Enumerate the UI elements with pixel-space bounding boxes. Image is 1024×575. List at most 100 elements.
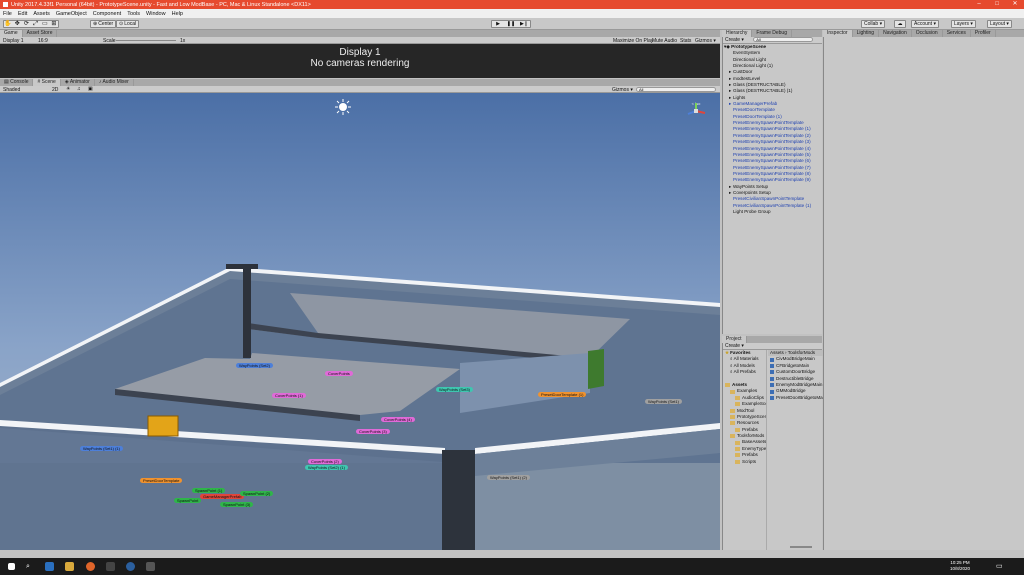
tab-project[interactable]: Project xyxy=(722,336,747,343)
hierarchy-create-button[interactable]: Create ▾ xyxy=(725,37,744,43)
game-toolbar: Display 1 16:9 Scale 1x Maximize On Play… xyxy=(0,37,720,44)
game-view[interactable]: Display 1 No cameras rendering xyxy=(0,44,720,78)
tab-lighting[interactable]: Lighting xyxy=(853,30,880,37)
project-file-item[interactable]: PresetDoorBridgetoMain xyxy=(768,395,823,401)
unity-hub-icon[interactable] xyxy=(106,562,115,571)
tab-console[interactable]: ▤ Console xyxy=(0,79,34,86)
minimize-button[interactable]: – xyxy=(970,0,988,9)
scene-label-coverpoints-1[interactable]: CoverPoints (1) xyxy=(272,393,306,398)
tab-scene[interactable]: # Scene xyxy=(33,79,61,86)
clock-date: 10/8/2020 xyxy=(949,566,971,571)
windows-start-icon[interactable] xyxy=(8,563,15,570)
tab-frame-debug[interactable]: Frame Debug xyxy=(752,30,792,37)
scene-label-waypoints-set1-2[interactable]: WayPoints (Set1) (2) xyxy=(487,475,530,480)
layout-label: Layout ▾ xyxy=(990,21,1009,27)
menu-component[interactable]: Component xyxy=(93,11,121,17)
scale-slider[interactable] xyxy=(116,40,176,41)
hierarchy-panel: Create ▾ All ▾◈ PrototypeScene EventSyst… xyxy=(722,37,822,334)
step-button-icon[interactable]: ▶❙ xyxy=(518,21,530,27)
play-button-icon[interactable]: ▶ xyxy=(492,21,504,27)
pivot-label: Center xyxy=(98,21,114,27)
tab-audio-mixer[interactable]: ♪ Audio Mixer xyxy=(95,79,134,86)
scene-label-waypoints-set3[interactable]: WayPoints (Set3) xyxy=(436,387,473,392)
layers-button[interactable]: Layers ▾ xyxy=(951,20,976,28)
pause-button-icon[interactable]: ❚❚ xyxy=(505,21,517,27)
label-text: WayPoints (Set1) xyxy=(648,399,679,404)
effects-toggle-icon[interactable]: ▣ xyxy=(88,86,93,92)
scene-label-spawnpoint-2[interactable]: SpawnPoint (2) xyxy=(240,491,274,496)
search-icon[interactable]: ⌕ xyxy=(26,562,35,571)
scene-label-spawnpoint-3[interactable]: SpawnPoint (3) xyxy=(220,502,254,507)
tab-asset-store[interactable]: Asset Store xyxy=(23,30,58,37)
account-button[interactable]: Account ▾ xyxy=(911,20,939,28)
project-tree-item[interactable]: Scripts xyxy=(723,459,766,465)
firefox-icon[interactable] xyxy=(86,562,95,571)
menu-gameobject[interactable]: GameObject xyxy=(56,11,87,17)
scene-label-presetdoortemplate[interactable]: PresetDoorTemplate xyxy=(140,478,183,483)
sun-icon xyxy=(335,99,351,115)
orientation-gizmo[interactable]: < Iso xyxy=(683,101,709,129)
file-explorer-icon[interactable] xyxy=(65,562,74,571)
audio-toggle-icon[interactable]: ♫ xyxy=(77,86,81,92)
scene-label-spawnpoint-1[interactable]: SpawnPoint (1) xyxy=(192,488,226,493)
lighting-toggle-icon[interactable]: ☀ xyxy=(66,86,70,92)
green-door xyxy=(588,349,604,389)
maximize-button[interactable]: □ xyxy=(988,0,1006,9)
scale-tool-icon[interactable]: ⤢ xyxy=(32,21,40,27)
menu-help[interactable]: Help xyxy=(172,11,183,17)
unity-editor-icon[interactable] xyxy=(146,562,155,571)
hierarchy-item-label: PresetCivilianSpawnPointTemplate (1) xyxy=(733,202,812,208)
scene-label-coverpoints-2[interactable]: CoverPoints (2) xyxy=(308,459,342,464)
project-zoom-slider[interactable] xyxy=(790,546,812,548)
scene-search-input[interactable]: All xyxy=(636,87,716,92)
project-create-button[interactable]: Create ▾ xyxy=(725,343,744,349)
close-button[interactable]: ✕ xyxy=(1006,0,1024,9)
scene-label-spawnpoint[interactable]: SpawnPoint xyxy=(174,498,202,503)
scene-label-gamemanagerprefab[interactable]: GameManagerPrefab xyxy=(200,494,245,499)
scene-label-coverpoints-3[interactable]: CoverPoints (3) xyxy=(356,429,390,434)
rect-tool-icon[interactable]: ▭ xyxy=(41,21,49,27)
pivot-center-toggle[interactable]: ⊕ Center xyxy=(90,20,117,28)
move-tool-icon[interactable]: ✥ xyxy=(13,21,21,27)
scene-label-waypoints-set2-1[interactable]: WayPoints (Set2) (1) xyxy=(305,465,348,470)
scene-view[interactable]: < Iso WayPoints (Set2) CoverPoints Cover… xyxy=(0,93,720,550)
layout-button[interactable]: Layout ▾ xyxy=(987,20,1012,28)
hierarchy-item[interactable]: Light Probe Group xyxy=(723,209,822,215)
scene-label-presetdoortemplate-1[interactable]: PresetDoorTemplate (1) xyxy=(538,392,587,397)
pivot-space-toggle[interactable]: ⊙ Local xyxy=(116,20,140,28)
tab-game[interactable]: Game xyxy=(0,30,23,37)
tab-services[interactable]: Services xyxy=(943,30,971,37)
tab-occlusion[interactable]: Occlusion xyxy=(912,30,943,37)
scene-name: PrototypeScene xyxy=(731,44,767,49)
hand-tool-icon[interactable]: ✋ xyxy=(4,21,12,27)
label-text: CoverPoints (3) xyxy=(359,429,387,434)
scene-label-waypoints-set2[interactable]: WayPoints (Set2) xyxy=(236,363,273,368)
hierarchy-item-label: Glass (DESTRUCTABLE) xyxy=(733,82,786,88)
rotate-tool-icon[interactable]: ⟳ xyxy=(22,21,30,27)
cloud-icon[interactable]: ☁ xyxy=(894,20,906,28)
taskbar-clock[interactable]: 10:25 PM 10/8/2020 xyxy=(944,560,976,572)
game-panel-tabs: Game Asset Store xyxy=(0,30,720,37)
notification-icon[interactable]: ▭ xyxy=(996,562,1005,571)
scene-label-coverpoints[interactable]: CoverPoints xyxy=(325,371,353,376)
hierarchy-item-label: PresetEnemySpawnPointTemplate (4) xyxy=(733,145,811,151)
scene-label-waypoints-set1[interactable]: WayPoints (Set1) xyxy=(645,399,682,404)
tab-navigation[interactable]: Navigation xyxy=(879,30,912,37)
hierarchy-search-input[interactable]: All xyxy=(753,37,814,42)
tab-inspector[interactable]: Inspector xyxy=(823,30,853,37)
menu-file[interactable]: File xyxy=(3,11,12,17)
menu-tools[interactable]: Tools xyxy=(127,11,140,17)
menu-edit[interactable]: Edit xyxy=(18,11,27,17)
tab-hierarchy[interactable]: Hierarchy xyxy=(722,30,753,37)
tab-animator[interactable]: ◈ Animator xyxy=(61,79,95,86)
scene-label-waypoints-set1-1[interactable]: WayPoints (Set1) (1) xyxy=(80,446,123,451)
app-icon[interactable] xyxy=(126,562,135,571)
pillar xyxy=(243,269,251,358)
edge-browser-icon[interactable] xyxy=(45,562,54,571)
menu-window[interactable]: Window xyxy=(146,11,166,17)
transform-tool-icon[interactable]: ⊞ xyxy=(50,21,58,27)
collab-button[interactable]: Collab ▾ xyxy=(861,20,886,28)
scene-label-coverpoints-4[interactable]: CoverPoints (4) xyxy=(381,417,415,422)
tab-profiler[interactable]: Profiler xyxy=(971,30,996,37)
menu-assets[interactable]: Assets xyxy=(33,11,50,17)
